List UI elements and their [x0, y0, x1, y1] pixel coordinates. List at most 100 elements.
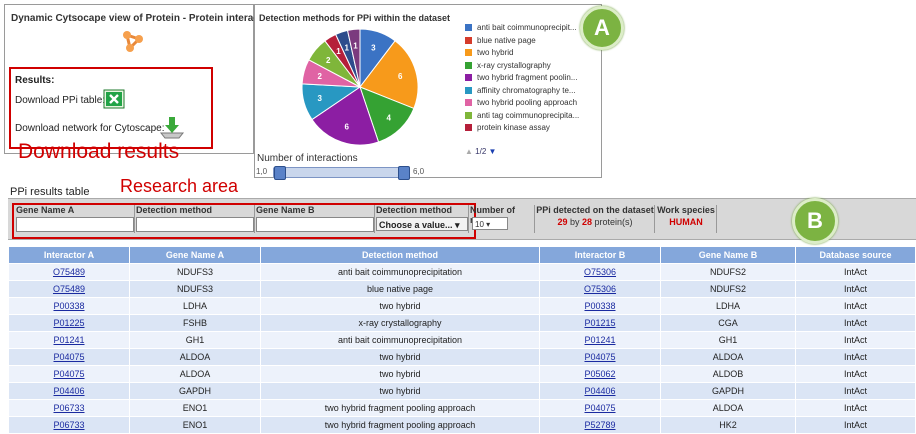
chevron-down-icon: ▾: [455, 220, 460, 230]
header-interactor-a[interactable]: Interactor A: [8, 246, 130, 264]
header-gene-name-b[interactable]: Gene Name B: [660, 246, 796, 264]
slider-max-handle[interactable]: [398, 166, 410, 180]
cell-gene-name-b: LDHA: [660, 297, 796, 315]
legend-swatch: [465, 24, 472, 31]
legend-label: protein kinase assay: [477, 123, 550, 132]
download-icon[interactable]: [157, 115, 187, 139]
legend-pager[interactable]: ▲ 1/2 ▼: [465, 147, 496, 156]
legend-label: x-ray crystallography: [477, 60, 551, 70]
interactor-a-link[interactable]: O75489: [53, 267, 85, 277]
header-database-source[interactable]: Database source: [795, 246, 916, 264]
interactor-b-link[interactable]: P00338: [584, 301, 615, 311]
cell-interactor-b: P52789: [539, 416, 661, 434]
interactor-b-link[interactable]: P04075: [584, 352, 615, 362]
cell-interactor-a: P04075: [8, 365, 130, 383]
cell-detection-method: anti bait coimmunoprecipitation: [260, 331, 540, 349]
rows-select-value: 10: [475, 220, 484, 229]
interactor-a-link[interactable]: P01225: [53, 318, 84, 328]
results-title: Results:: [15, 75, 55, 86]
cell-database-source: IntAct: [795, 399, 916, 417]
legend-item[interactable]: x-ray crystallography: [465, 61, 551, 70]
legend-swatch: [465, 61, 472, 69]
cell-database-source: IntAct: [795, 416, 916, 434]
cell-detection-method: anti bait coimmunoprecipitation: [260, 263, 540, 281]
cell-interactor-a: P00338: [8, 297, 130, 315]
badge-a: A: [580, 6, 624, 50]
cell-gene-name-b: GAPDH: [660, 382, 796, 400]
gene-name-a-input[interactable]: [16, 217, 134, 232]
legend-prev-icon[interactable]: ▲: [465, 147, 473, 156]
slider-min-handle[interactable]: [274, 166, 286, 180]
pie-slice-label: 2: [318, 72, 323, 81]
legend-item[interactable]: two hybrid pooling approach: [465, 98, 577, 107]
ppi-detected-label: PPi detected on the dataset: [536, 205, 654, 215]
interactor-b-link[interactable]: P01241: [584, 335, 615, 345]
gene-name-a-filter-label: Gene Name A: [16, 205, 75, 215]
cell-gene-name-a: ENO1: [129, 416, 261, 434]
legend-swatch: [465, 99, 472, 106]
cell-gene-name-b: CGA: [660, 314, 796, 332]
legend-item[interactable]: affinity chromatography te...: [465, 86, 576, 95]
interactor-a-link[interactable]: P06733: [53, 403, 84, 413]
interactor-a-link[interactable]: P04075: [53, 369, 84, 379]
header-gene-name-a[interactable]: Gene Name A: [129, 246, 261, 264]
cell-interactor-a: P01241: [8, 331, 130, 349]
ppi-detected-summary: 29 by 28 protein(s): [536, 217, 654, 227]
header-detection-method[interactable]: Detection method: [260, 246, 540, 264]
header-interactor-b[interactable]: Interactor B: [539, 246, 661, 264]
interactions-slider[interactable]: [273, 166, 410, 180]
interactor-b-link[interactable]: P01215: [584, 318, 615, 328]
detection-method-select-label: Detection method: [376, 205, 453, 215]
pie-slice-label: 1: [353, 41, 358, 50]
interactor-a-link[interactable]: P00338: [53, 301, 84, 311]
interactor-b-link[interactable]: P04075: [584, 403, 615, 413]
legend-item[interactable]: anti bait coimmunoprecipit...: [465, 23, 577, 32]
legend-item[interactable]: two hybrid fragment poolin...: [465, 73, 578, 82]
detection-method-input[interactable]: [136, 217, 254, 232]
interactor-a-link[interactable]: P01241: [53, 335, 84, 345]
legend-swatch: [465, 86, 472, 94]
excel-icon[interactable]: [103, 89, 125, 109]
cell-gene-name-b: GH1: [660, 331, 796, 349]
legend-item[interactable]: blue native page: [465, 36, 536, 45]
cell-interactor-b: P01241: [539, 331, 661, 349]
table-row: P06733 ENO1 two hybrid fragment pooling ap…: [8, 399, 916, 417]
rows-select[interactable]: 10 ▾: [472, 217, 508, 230]
interactor-a-link[interactable]: O75489: [53, 284, 85, 294]
interactor-b-link[interactable]: O75306: [584, 284, 616, 294]
gene-name-b-input[interactable]: [256, 217, 374, 232]
legend-next-icon[interactable]: ▼: [489, 147, 497, 156]
cell-interactor-b: O75306: [539, 280, 661, 298]
rows-filter: Number of rows 10 ▾: [470, 205, 535, 233]
interactor-b-link[interactable]: P05062: [584, 369, 615, 379]
pie-slice-label: 1: [344, 43, 349, 52]
interactor-a-link[interactable]: P06733: [53, 420, 84, 430]
cell-gene-name-a: FSHB: [129, 314, 261, 332]
interactor-b-link[interactable]: P04406: [584, 386, 615, 396]
detection-method-select[interactable]: Choose a value... ▾: [376, 217, 468, 231]
cell-gene-name-b: ALDOA: [660, 348, 796, 366]
cell-database-source: IntAct: [795, 348, 916, 366]
table-row: P00338 LDHA two hybrid P00338 LDHA IntAct: [8, 297, 916, 315]
cytoscape-network-icon[interactable]: [121, 29, 147, 53]
legend-swatch: [465, 74, 472, 81]
interactor-b-link[interactable]: O75306: [584, 267, 616, 277]
legend-item[interactable]: anti tag coimmunoprecipita...: [465, 111, 579, 120]
cell-interactor-b: P04406: [539, 382, 661, 400]
cell-gene-name-b: ALDOB: [660, 365, 796, 383]
interactor-a-link[interactable]: P04075: [53, 352, 84, 362]
ppi-detected-panel: PPi detected on the dataset 29 by 28 pro…: [536, 205, 655, 233]
interactor-a-link[interactable]: P04406: [53, 386, 84, 396]
pie-slice-label: 3: [371, 43, 376, 52]
detection-methods-chart-panel: Detection methods for PPi within the dat…: [254, 4, 602, 180]
interactor-b-link[interactable]: P52789: [584, 420, 615, 430]
cell-interactor-b: O75306: [539, 263, 661, 281]
legend-item[interactable]: protein kinase assay: [465, 123, 550, 132]
download-network-label: Download network for Cytoscape:: [15, 123, 165, 134]
cell-database-source: IntAct: [795, 263, 916, 281]
legend-label: blue native page: [477, 35, 536, 45]
cell-interactor-a: O75489: [8, 263, 130, 281]
table-row: P01225 FSHB x-ray crystallography P01215 CGA…: [8, 314, 916, 332]
cell-detection-method: two hybrid fragment pooling approach: [260, 416, 540, 434]
legend-item[interactable]: two hybrid: [465, 48, 513, 57]
